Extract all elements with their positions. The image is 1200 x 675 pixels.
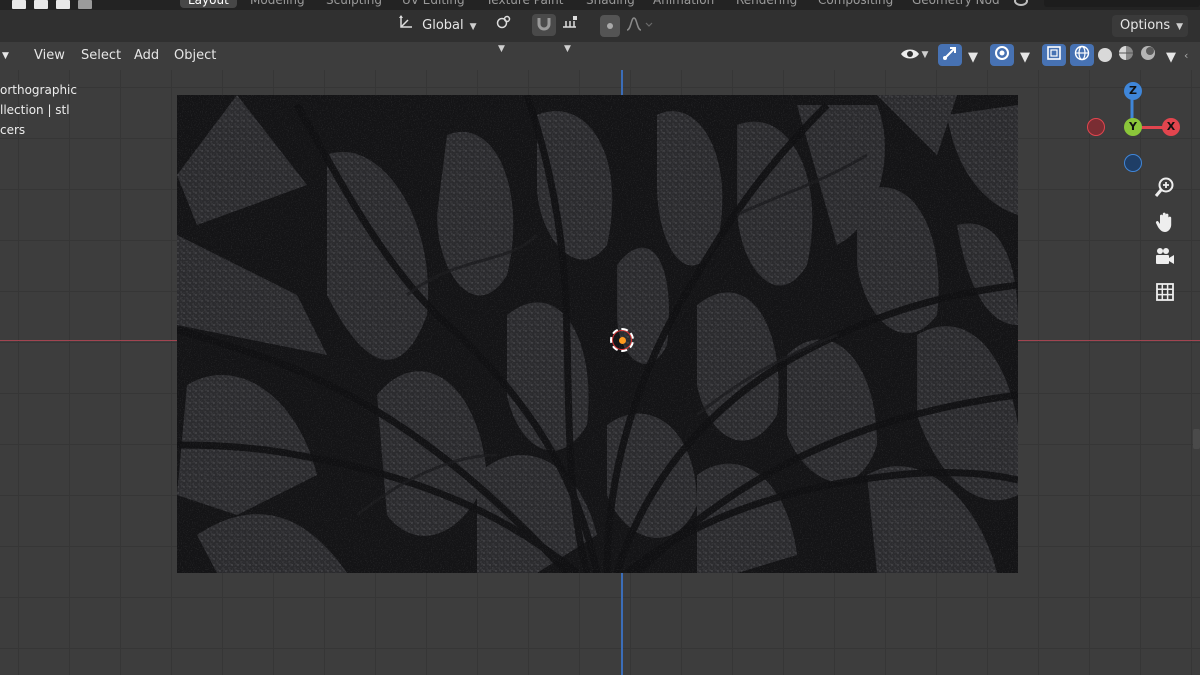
gizmo-neg-z-ball[interactable] [1124, 154, 1142, 172]
tab-geometry-nodes[interactable]: Geometry Nod [912, 0, 1000, 8]
tab-texture-paint[interactable]: Texture Paint [486, 0, 563, 8]
chevron-down-icon: ▼ [921, 50, 929, 60]
xray-icon [1046, 45, 1062, 65]
tab-uv-editing[interactable]: UV Editing [402, 0, 465, 8]
collapse-arrow-icon[interactable]: ‹ [1184, 46, 1188, 66]
shading-wireframe-button[interactable] [1070, 44, 1094, 66]
overlay-chevron-icon[interactable]: ▼ [1020, 48, 1030, 68]
camera-view-button[interactable] [1152, 246, 1178, 272]
proportional-editing-toggle[interactable] [600, 15, 620, 37]
tab-compositing[interactable]: Compositing [818, 0, 893, 8]
xray-toggle-button[interactable] [1042, 44, 1066, 66]
proportional-dot-icon [607, 23, 613, 29]
pivot-icon [496, 15, 512, 33]
leaf-pattern-texture [177, 95, 1018, 573]
3d-viewport[interactable]: orthographic llection | stl cers X Z Y [0, 70, 1200, 675]
gizmo-x-ball[interactable]: X [1162, 118, 1180, 136]
tab-layout[interactable]: Layout [180, 0, 237, 8]
menu-object[interactable]: Object [174, 46, 216, 66]
overlay-extra-text: cers [0, 123, 26, 137]
gizmo-icon [942, 45, 958, 65]
editor-type-chevron-icon[interactable]: ▼ [2, 46, 9, 66]
proportional-falloff-dropdown[interactable] [624, 15, 654, 37]
zoom-icon [1154, 176, 1176, 202]
wireframe-globe-icon [1074, 45, 1090, 65]
orientation-label: Global [422, 18, 464, 33]
shading-chevron-icon[interactable]: ▼ [1166, 48, 1176, 68]
workspace-tabs-bar: Layout Modeling Sculpting UV Editing Tex… [0, 0, 1200, 10]
camera-icon [1154, 246, 1176, 272]
menu-select[interactable]: Select [81, 46, 121, 66]
transform-orientation-dropdown[interactable]: Global ▼ [392, 15, 484, 37]
collection-text: llection | stl [0, 103, 70, 117]
magnet-icon [536, 15, 552, 35]
viewport-info-overlay: orthographic llection | stl cers [0, 80, 77, 140]
solid-sphere-icon [1098, 48, 1112, 62]
select-invert-icon[interactable] [78, 0, 92, 9]
gizmo-toggle-button[interactable] [938, 44, 962, 66]
pan-button[interactable] [1152, 211, 1178, 237]
overlay-toggle-button[interactable] [990, 44, 1014, 66]
gizmo-neg-x-ball[interactable] [1087, 118, 1105, 136]
chevron-down-icon: ▼ [469, 22, 477, 32]
object-origin-dot [619, 337, 626, 344]
sidebar-toggle-handle[interactable] [1193, 429, 1200, 449]
options-label: Options [1120, 18, 1171, 33]
snap-toggle[interactable] [532, 14, 556, 36]
rendered-sphere-icon [1140, 45, 1156, 65]
orientation-icon [398, 15, 414, 37]
select-subtract-icon[interactable] [56, 0, 70, 9]
zoom-button[interactable] [1152, 176, 1178, 202]
pivot-point-dropdown[interactable]: ▼ [490, 15, 528, 54]
falloff-curve-icon [625, 16, 653, 36]
snap-target-dropdown[interactable]: ▼ [556, 15, 594, 54]
tab-sculpting[interactable]: Sculpting [326, 0, 382, 8]
snap-increment-icon [562, 16, 578, 33]
scene-field[interactable] [1044, 0, 1200, 7]
shading-rendered-button[interactable] [1138, 44, 1158, 66]
select-extend-icon[interactable] [34, 0, 48, 9]
gizmo-chevron-icon[interactable]: ▼ [968, 48, 978, 68]
viewport-header: ▼ View Select Add Object ▼ ▼ ▼ ▼ ‹ [0, 42, 1200, 70]
shading-solid-button[interactable] [1096, 44, 1114, 66]
menu-add[interactable]: Add [134, 46, 159, 66]
tab-modeling[interactable]: Modeling [250, 0, 305, 8]
tool-settings-bar: Global ▼ ▼ ▼ Options ▼ [0, 10, 1200, 54]
eye-icon [900, 46, 920, 65]
overlay-icon [994, 45, 1010, 65]
image-plane[interactable] [177, 95, 1018, 573]
perspective-toggle-button[interactable] [1152, 281, 1178, 307]
scene-icon[interactable] [1014, 0, 1028, 6]
tab-shading[interactable]: Shading [586, 0, 635, 8]
tab-animation[interactable]: Animation [653, 0, 714, 8]
tab-rendering[interactable]: Rendering [736, 0, 797, 8]
gizmo-y-ball[interactable]: Y [1124, 118, 1142, 136]
gizmo-z-ball[interactable]: Z [1124, 82, 1142, 100]
options-button[interactable]: Options ▼ [1112, 15, 1188, 37]
visibility-dropdown[interactable]: ▼ [896, 44, 932, 66]
material-sphere-icon [1118, 45, 1134, 65]
select-mode-icon[interactable] [12, 0, 26, 9]
shading-material-button[interactable] [1116, 44, 1136, 66]
hand-icon [1154, 211, 1176, 237]
chevron-down-icon: ▼ [1176, 22, 1184, 32]
view-name-text: orthographic [0, 83, 77, 97]
grid-icon [1155, 282, 1175, 306]
menu-view[interactable]: View [34, 46, 65, 66]
